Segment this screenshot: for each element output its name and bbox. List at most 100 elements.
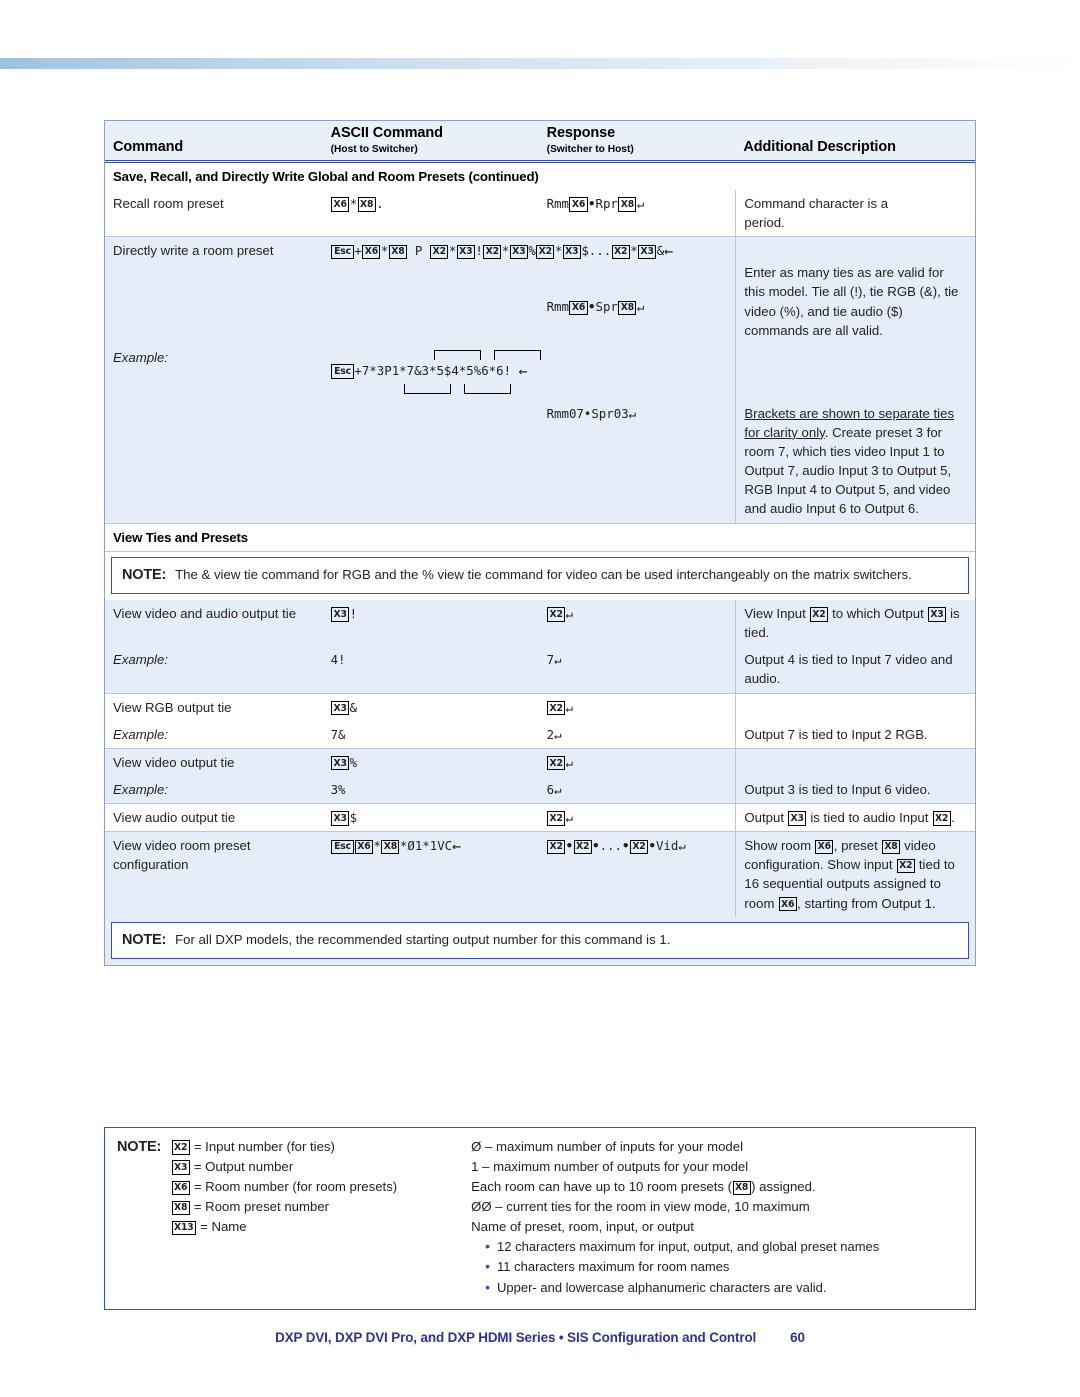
example-ascii-text: 4! [330,652,346,668]
x3-variable-icon: X3 [456,244,475,260]
bullet-icon: • [485,1258,491,1275]
return-arrow-icon: ↵ [678,838,686,854]
row-desc-example-write [735,343,975,400]
row-response-view-room-preset: X2 • X2 •...• X2 •Vid↵ [538,831,736,917]
note-cell-2: NOTE: For all DXP models, the recommende… [105,916,975,966]
x2-variable-icon: X2 [547,811,566,826]
example-response-text: 6 [546,781,555,797]
row-ascii-example-2: 7& [322,720,539,748]
column-header-command-label: Command [113,139,184,155]
row-response-example-2: 2↵ [538,720,736,748]
return-arrow-icon: ↵ [554,726,562,742]
note-cell-1: NOTE: The & view tie command for RGB and… [105,551,975,600]
row-desc-directly-write: Enter as many ties as are valid for this… [735,236,975,344]
tie-bracket-top-2 [493,349,541,360]
row-label-directly-write: Directly write a room preset [105,236,323,294]
row-response-view-audio: X2 ↵ [538,803,736,832]
row-ascii-view-rgb: X3 & [322,692,539,721]
x6-variable-icon: X6 [171,1180,190,1195]
x3-variable-icon: X3 [331,607,350,622]
x6-variable-icon: X6 [815,839,834,854]
desc-text: Enter as many ties as are valid for this… [744,265,959,338]
x8-variable-icon: X8 [732,1180,751,1195]
return-arrow-icon: ↵ [636,299,645,315]
return-arrow-icon: ↵ [565,754,574,770]
header-gradient-bar [0,58,1080,69]
desc-mid: , preset [833,838,878,854]
legend-item-text: = Room preset number [193,1199,330,1215]
table-row-view-video-audio-tie: View video and audio output tie X3! X2 ↵ … [105,599,975,647]
row-desc-recall: Command character is a period. [735,190,975,237]
example-ascii-text: 3% [330,781,346,797]
response-prefix: Rmm [546,299,569,315]
left-arrow-icon: ← [664,242,674,261]
esc-key-icon: Esc [331,364,354,379]
x6-variable-icon: X6 [569,300,588,316]
row-label-recall: Recall room preset [105,190,323,237]
legend-note-box: NOTE: X2 = Input number (for ties) X3 = … [104,1127,976,1310]
note-box-dxp-models: NOTE: For all DXP models, the recommende… [111,921,969,960]
row-label-spacer [105,293,323,344]
legend-item: X3 = Output number [171,1157,471,1177]
legend-note-wrapper: NOTE: X2 = Input number (for ties) X3 = … [104,1127,976,1310]
legend-desc: Ø – maximum number of inputs for your mo… [471,1139,744,1154]
footer-page-number: 60 [790,1330,805,1345]
column-header-ascii-label: ASCII Command [330,125,443,141]
bullet-icon: • [485,1278,491,1295]
x3-variable-icon: X3 [509,244,528,260]
x3-variable-icon: X3 [638,244,657,260]
footer-title: DXP DVI, DXP DVI Pro, and DXP HDMI Serie… [275,1330,757,1345]
example-command-with-brackets: Esc +7*3P1*7&3*5$4*5%6*6! ← [331,348,541,396]
desc-mid: to which Output [832,605,924,621]
row-ascii-view-video-audio: X3! [322,599,539,647]
x3-variable-icon: X3 [562,244,581,260]
legend-item-text: = Output number [193,1159,294,1175]
row-desc-example-1: Output 4 is tied to Input 7 video and au… [735,646,975,693]
example-label: Example: [105,775,323,804]
row-label-view-video: View video output tie [105,747,323,776]
x2-variable-icon: X2 [430,244,449,260]
column-header-response: Response (Switcher to Host) [538,121,736,163]
x6-variable-icon: X6 [331,197,350,212]
x2-variable-icon: X2 [809,607,828,622]
x2-variable-icon: X2 [547,700,566,716]
x8-variable-icon: X8 [618,300,637,316]
x2-variable-icon: X2 [547,839,566,854]
ascii-suffix: % [349,754,358,770]
table-row-view-video-audio-example: Example: 4! 7↵ Output 4 is tied to Input… [105,646,975,693]
desc-line: Command character is a [744,196,889,212]
return-arrow-icon: ↵ [554,652,562,668]
legend-item: X8 = Room preset number [171,1197,471,1217]
row-ascii-directly-write: Esc + X6 * X8 P X2 * X3! X2 * X3% X2 * X3 $... X2 * X3 &← [322,236,736,294]
dot-separator-icon: • [648,838,656,854]
x3-variable-icon: X3 [331,700,350,716]
row-response-recall: Rmm X6 •Rpr X8 ↵ [538,190,736,237]
table-header-row: Command ASCII Command (Host to Switcher)… [105,121,975,163]
x8-variable-icon: X8 [388,244,407,260]
row-label-spacer [105,399,323,523]
example-label: Example: [105,343,323,400]
section-heading-presets: Save, Recall, and Directly Write Global … [105,162,975,191]
row-ascii-example-write: Esc +7*3P1*7&3*5$4*5%6*6! ← [322,343,736,400]
legend-columns: X2 = Input number (for ties) X3 = Output… [171,1137,963,1298]
x3-variable-icon: X3 [331,756,350,771]
row-label-line: View video room preset [113,838,251,854]
table-row-view-rgb-tie: View RGB output tie X3 & X2 ↵ [105,692,975,721]
row-label-view-video-audio: View video and audio output tie [105,599,323,647]
table-row-view-audio-tie: View audio output tie X3 $ X2 ↵ Output X3 … [105,803,975,832]
return-arrow-icon: ↵ [628,405,637,421]
response-mid: Rpr [595,196,618,212]
x2-variable-icon: X2 [896,858,915,874]
legend-item-text: = Room number (for room presets) [193,1179,398,1195]
command-reference-page: Command ASCII Command (Host to Switcher)… [104,120,976,967]
section-heading-view-ties: View Ties and Presets [105,522,975,552]
table-row-directly-write-preset: Directly write a room preset Esc + X6 * X8 P… [105,236,975,344]
x2-variable-icon: X2 [547,607,566,622]
column-header-description-label: Additional Description [743,139,896,155]
x2-variable-icon: X2 [171,1140,190,1155]
example-ascii-text: 7& [330,726,346,742]
row-label-view-room-preset: View video room preset configuration [105,831,323,917]
return-arrow-icon: ↵ [636,196,645,212]
dot-separator-icon: • [592,838,600,854]
row-response-example-write: Rmm07•Spr03↵ [538,399,736,523]
